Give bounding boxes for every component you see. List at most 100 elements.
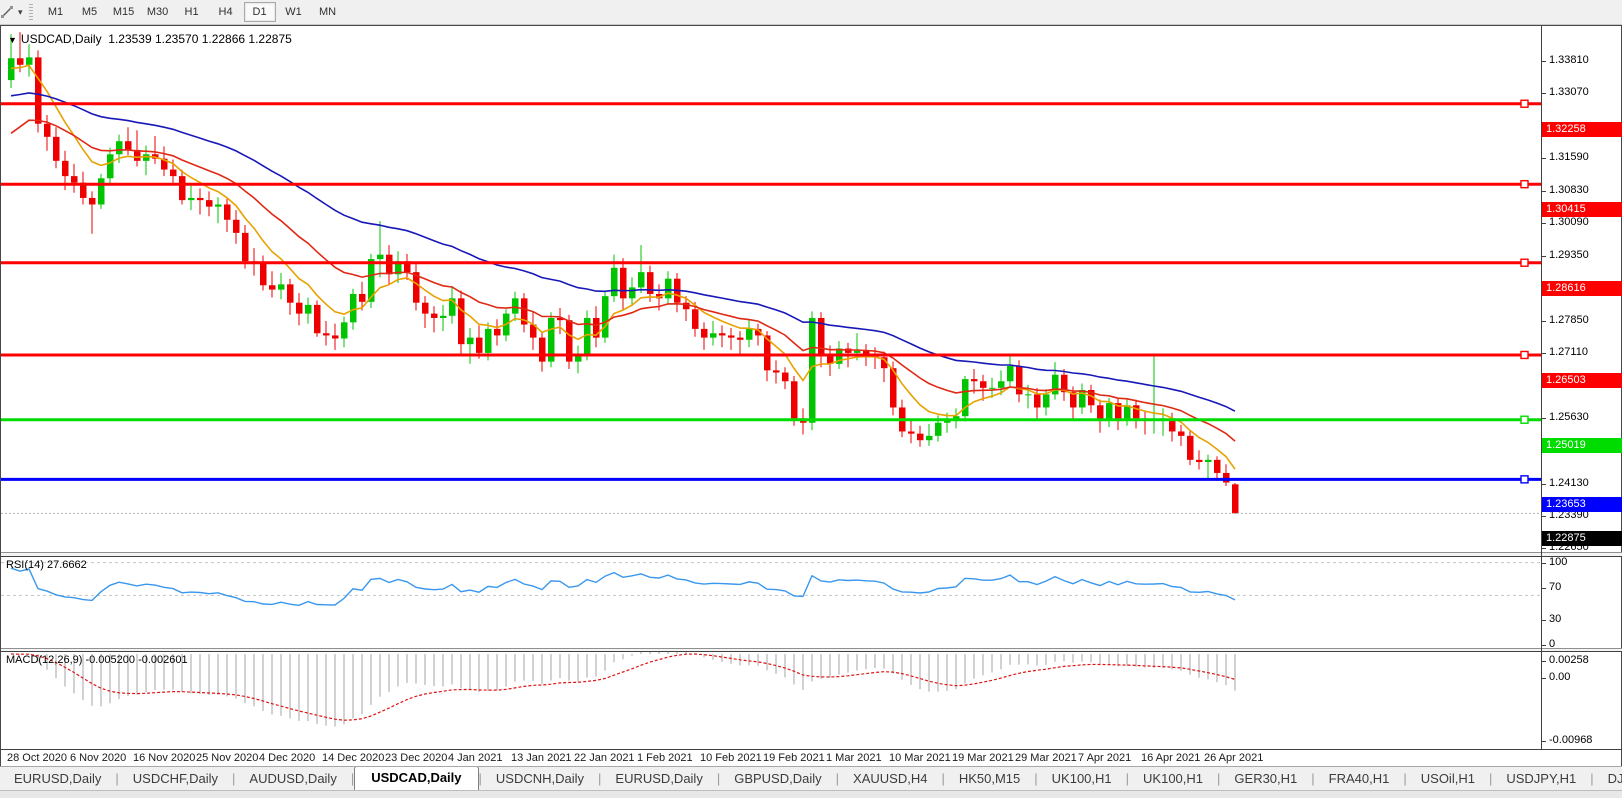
level-handle (1521, 181, 1528, 188)
price-chart-canvas[interactable] (1, 29, 1541, 552)
rsi-panel-canvas[interactable] (1, 557, 1541, 648)
macd-panel-canvas[interactable] (1, 652, 1541, 749)
date-label: 7 Apr 2021 (1078, 752, 1131, 764)
macd-signal-line (11, 654, 1235, 720)
price-tick-label: 1.31590 (1549, 151, 1589, 163)
axis-tick-mark (1541, 158, 1546, 159)
date-label: 26 Apr 2021 (1204, 752, 1263, 764)
symbol-tab-hk50-m15[interactable]: HK50,M15 (945, 768, 1034, 790)
axis-tick-mark (1541, 256, 1546, 257)
symbol-tab-eurusd-daily[interactable]: EURUSD,Daily (601, 768, 716, 790)
symbol-tab-gbpusd-daily[interactable]: GBPUSD,Daily (720, 768, 835, 790)
symbol-tab-xauusd-h4[interactable]: XAUUSD,H4 (839, 768, 941, 790)
macd-label: MACD(12,26,9) -0.005200 -0.002601 (6, 654, 188, 666)
symbol-tab-usoil-h1[interactable]: USOil,H1 (1407, 768, 1489, 790)
date-label: 1 Feb 2021 (637, 752, 693, 764)
axis-tick-mark (1541, 741, 1546, 742)
symbol-tab-ger30-h1[interactable]: GER30,H1 (1220, 768, 1311, 790)
price-tick-label: 1.33810 (1549, 54, 1589, 66)
axis-tick-mark (1541, 61, 1546, 62)
level-price-badge: 1.23653 (1542, 497, 1622, 512)
symbol-tab-eurusd-daily[interactable]: EURUSD,Daily (0, 768, 115, 790)
axis-tick-mark (1541, 93, 1546, 94)
timeframe-button-m15[interactable]: M15 (108, 2, 140, 22)
level-handle (1521, 259, 1528, 266)
symbol-tab-bar: EURUSD,Daily|USDCHF,Daily|AUDUSD,Daily|U… (0, 766, 1622, 790)
chart-ohlc-values: 1.23539 1.23570 1.22866 1.22875 (108, 32, 292, 46)
price-tick-label: 1.33070 (1549, 86, 1589, 98)
axis-tick-mark (1541, 645, 1546, 646)
toolbar-grip[interactable] (29, 4, 33, 20)
price-tick-label: 1.25630 (1549, 411, 1589, 423)
axis-tick-mark (1541, 588, 1546, 589)
timeframe-button-m1[interactable]: M1 (40, 2, 72, 22)
axis-tick-mark (1541, 321, 1546, 322)
level-handle (1521, 351, 1528, 358)
date-label: 16 Nov 2020 (133, 752, 195, 764)
axis-tick-mark (1541, 661, 1546, 662)
level-handle (1521, 416, 1528, 423)
timeframe-button-m5[interactable]: M5 (74, 2, 106, 22)
symbol-tab-fra40-h1[interactable]: FRA40,H1 (1315, 768, 1404, 790)
timeframe-button-mn[interactable]: MN (312, 2, 344, 22)
date-label: 16 Apr 2021 (1141, 752, 1200, 764)
macd-tick-label: 0.00 (1549, 671, 1570, 683)
axis-tick-mark (1541, 484, 1546, 485)
date-label: 10 Mar 2021 (889, 752, 951, 764)
date-label: 4 Dec 2020 (259, 752, 315, 764)
symbol-tab-audusd-daily[interactable]: AUDUSD,Daily (235, 768, 350, 790)
symbol-tab-uk100-h1[interactable]: UK100,H1 (1038, 768, 1126, 790)
level-price-badge: 1.26503 (1542, 373, 1622, 388)
axis-tick-mark (1541, 563, 1546, 564)
axis-tick-mark (1541, 223, 1546, 224)
chart-symbol-period: USDCAD,Daily (21, 32, 102, 46)
date-label: 10 Feb 2021 (700, 752, 762, 764)
price-tick-label: 1.24130 (1549, 477, 1589, 489)
date-label: 25 Nov 2020 (196, 752, 258, 764)
axis-tick-mark (1541, 678, 1546, 679)
symbol-tab-dj30-weekly[interactable]: DJ30,Weekly (1594, 768, 1622, 790)
chart-window[interactable]: ▼USDCAD,Daily 1.23539 1.23570 1.22866 1.… (0, 25, 1622, 767)
date-label: 1 Mar 2021 (826, 752, 882, 764)
date-label: 29 Mar 2021 (1015, 752, 1077, 764)
date-label: 14 Dec 2020 (322, 752, 384, 764)
axis-tick-mark (1541, 548, 1546, 549)
timeframe-button-m30[interactable]: M30 (142, 2, 174, 22)
date-label: 23 Dec 2020 (385, 752, 447, 764)
date-label: 28 Oct 2020 (7, 752, 67, 764)
date-label: 13 Jan 2021 (511, 752, 572, 764)
timeframe-button-h1[interactable]: H1 (176, 2, 208, 22)
price-tick-label: 1.29350 (1549, 249, 1589, 261)
horizontal-level-lines[interactable] (1, 100, 1541, 483)
rsi-line (11, 568, 1235, 605)
macd-tick-label: 0.00258 (1549, 654, 1589, 666)
timeframe-toolbar: ▾ M1M5M15M30H1H4D1W1MN (0, 0, 1622, 25)
axis-tick-mark (1541, 353, 1546, 354)
macd-histogram (11, 652, 1235, 726)
symbol-tab-usdchf-daily[interactable]: USDCHF,Daily (119, 768, 232, 790)
symbol-tab-usdjpy-h1[interactable]: USDJPY,H1 (1492, 768, 1590, 790)
date-label: 22 Jan 2021 (574, 752, 635, 764)
rsi-tick-label: 0 (1549, 638, 1555, 650)
ma-slow-line (11, 93, 1235, 411)
timeframe-button-d1[interactable]: D1 (244, 2, 276, 22)
date-label: 6 Nov 2020 (70, 752, 126, 764)
level-price-badge: 1.28616 (1542, 281, 1622, 296)
timeframe-button-h4[interactable]: H4 (210, 2, 242, 22)
date-label: 19 Mar 2021 (952, 752, 1014, 764)
axis-tick-mark (1541, 516, 1546, 517)
axis-tick-mark (1541, 418, 1546, 419)
date-label: 4 Jan 2021 (448, 752, 502, 764)
tool-dropdown-icon[interactable]: ▾ (18, 7, 23, 18)
symbol-tab-usdcad-daily[interactable]: USDCAD,Daily (354, 766, 478, 790)
cursor-tool-icon[interactable] (0, 4, 18, 20)
timeframe-button-w1[interactable]: W1 (278, 2, 310, 22)
time-axis-border (1, 749, 1622, 750)
date-label: 19 Feb 2021 (763, 752, 825, 764)
axis-tick-mark (1541, 191, 1546, 192)
mt4-terminal: ▾ M1M5M15M30H1H4D1W1MN ▼USDCAD,Daily 1.2… (0, 0, 1622, 798)
rsi-tick-label: 70 (1549, 581, 1561, 593)
current-price-badge: 1.22875 (1542, 531, 1622, 546)
symbol-tab-uk100-h1[interactable]: UK100,H1 (1129, 768, 1217, 790)
symbol-tab-usdcnh-daily[interactable]: USDCNH,Daily (482, 768, 598, 790)
